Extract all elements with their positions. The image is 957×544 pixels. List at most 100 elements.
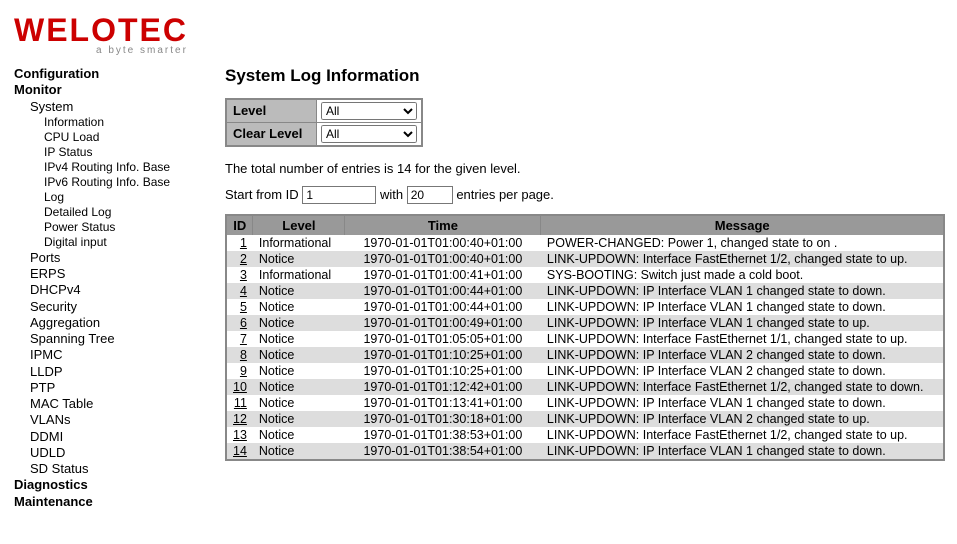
nav-system-ip-status[interactable]: IP Status	[14, 145, 197, 160]
log-id-link[interactable]: 2	[226, 251, 253, 267]
pager-label-pre: Start from ID	[225, 187, 299, 202]
table-row: 6Notice1970-01-01T01:00:49+01:00LINK-UPD…	[226, 315, 944, 331]
log-id-link[interactable]: 13	[226, 427, 253, 443]
log-message: POWER-CHANGED: Power 1, changed state to…	[541, 235, 944, 251]
nav-ipmc[interactable]: IPMC	[14, 347, 197, 363]
log-time: 1970-01-01T01:38:54+01:00	[345, 443, 541, 460]
log-message: LINK-UPDOWN: IP Interface VLAN 1 changed…	[541, 395, 944, 411]
logo: WELOTEC a byte smarter	[0, 0, 957, 62]
entry-count-status: The total number of entries is 14 for th…	[225, 161, 945, 176]
log-message: LINK-UPDOWN: Interface FastEthernet 1/2,…	[541, 427, 944, 443]
nav-erps[interactable]: ERPS	[14, 266, 197, 282]
table-row: 13Notice1970-01-01T01:38:53+01:00LINK-UP…	[226, 427, 944, 443]
log-id-link[interactable]: 8	[226, 347, 253, 363]
nav-security[interactable]: Security	[14, 299, 197, 315]
nav-diagnostics[interactable]: Diagnostics	[14, 477, 197, 493]
log-time: 1970-01-01T01:10:25+01:00	[345, 363, 541, 379]
nav-system-log[interactable]: Log	[14, 190, 197, 205]
table-row: 14Notice1970-01-01T01:38:54+01:00LINK-UP…	[226, 443, 944, 460]
pager-start-id[interactable]	[302, 186, 376, 204]
table-row: 5Notice1970-01-01T01:00:44+01:00LINK-UPD…	[226, 299, 944, 315]
pager-label-mid: with	[380, 187, 403, 202]
log-level: Notice	[253, 427, 345, 443]
nav-configuration[interactable]: Configuration	[14, 66, 197, 82]
log-id-link[interactable]: 5	[226, 299, 253, 315]
log-time: 1970-01-01T01:30:18+01:00	[345, 411, 541, 427]
log-id-link[interactable]: 12	[226, 411, 253, 427]
table-row: 1Informational1970-01-01T01:00:40+01:00P…	[226, 235, 944, 251]
table-row: 3Informational1970-01-01T01:00:41+01:00S…	[226, 267, 944, 283]
log-id-link[interactable]: 3	[226, 267, 253, 283]
log-message: LINK-UPDOWN: IP Interface VLAN 1 changed…	[541, 315, 944, 331]
filter-clear-select[interactable]: All	[321, 125, 417, 143]
nav-lldp[interactable]: LLDP	[14, 364, 197, 380]
nav-udld[interactable]: UDLD	[14, 445, 197, 461]
log-message: LINK-UPDOWN: Interface FastEthernet 1/2,…	[541, 379, 944, 395]
nav-monitor[interactable]: Monitor	[14, 82, 197, 98]
pager-count[interactable]	[407, 186, 453, 204]
nav-system-detailed-log[interactable]: Detailed Log	[14, 205, 197, 220]
log-level: Notice	[253, 299, 345, 315]
table-row: 4Notice1970-01-01T01:00:44+01:00LINK-UPD…	[226, 283, 944, 299]
nav-system-cpu-load[interactable]: CPU Load	[14, 130, 197, 145]
nav-vlans[interactable]: VLANs	[14, 412, 197, 428]
log-id-link[interactable]: 4	[226, 283, 253, 299]
log-id-link[interactable]: 7	[226, 331, 253, 347]
log-time: 1970-01-01T01:05:05+01:00	[345, 331, 541, 347]
col-msg: Message	[541, 215, 944, 235]
log-id-link[interactable]: 14	[226, 443, 253, 460]
filter-level-label: Level	[227, 100, 317, 122]
log-level: Notice	[253, 363, 345, 379]
log-table: ID Level Time Message 1Informational1970…	[225, 214, 945, 461]
log-message: LINK-UPDOWN: IP Interface VLAN 2 changed…	[541, 347, 944, 363]
log-level: Notice	[253, 395, 345, 411]
log-level: Notice	[253, 379, 345, 395]
side-nav: Configuration Monitor System Information…	[0, 62, 197, 510]
nav-sd-status[interactable]: SD Status	[14, 461, 197, 477]
log-message: LINK-UPDOWN: Interface FastEthernet 1/2,…	[541, 251, 944, 267]
col-id: ID	[226, 215, 253, 235]
col-time: Time	[345, 215, 541, 235]
log-message: LINK-UPDOWN: IP Interface VLAN 1 changed…	[541, 299, 944, 315]
log-message: LINK-UPDOWN: Interface FastEthernet 1/1,…	[541, 331, 944, 347]
nav-dhcpv4[interactable]: DHCPv4	[14, 282, 197, 298]
log-level: Notice	[253, 347, 345, 363]
nav-spanning-tree[interactable]: Spanning Tree	[14, 331, 197, 347]
log-id-link[interactable]: 11	[226, 395, 253, 411]
log-message: LINK-UPDOWN: IP Interface VLAN 2 changed…	[541, 411, 944, 427]
log-time: 1970-01-01T01:00:49+01:00	[345, 315, 541, 331]
nav-ddmi[interactable]: DDMI	[14, 429, 197, 445]
log-id-link[interactable]: 6	[226, 315, 253, 331]
nav-system-ipv4-routing-info-base[interactable]: IPv4 Routing Info. Base	[14, 160, 197, 175]
log-level: Informational	[253, 267, 345, 283]
nav-mac-table[interactable]: MAC Table	[14, 396, 197, 412]
log-level: Notice	[253, 315, 345, 331]
log-message: LINK-UPDOWN: IP Interface VLAN 1 changed…	[541, 443, 944, 460]
filter-level-select[interactable]: All	[321, 102, 417, 120]
log-time: 1970-01-01T01:00:40+01:00	[345, 251, 541, 267]
nav-aggregation[interactable]: Aggregation	[14, 315, 197, 331]
log-level: Notice	[253, 331, 345, 347]
log-id-link[interactable]: 1	[226, 235, 253, 251]
nav-system-power-status[interactable]: Power Status	[14, 220, 197, 235]
log-time: 1970-01-01T01:38:53+01:00	[345, 427, 541, 443]
log-id-link[interactable]: 9	[226, 363, 253, 379]
log-time: 1970-01-01T01:00:44+01:00	[345, 283, 541, 299]
nav-ports[interactable]: Ports	[14, 250, 197, 266]
table-row: 2Notice1970-01-01T01:00:40+01:00LINK-UPD…	[226, 251, 944, 267]
log-level: Notice	[253, 443, 345, 460]
nav-system-digital-input[interactable]: Digital input	[14, 235, 197, 250]
log-id-link[interactable]: 10	[226, 379, 253, 395]
nav-system[interactable]: System	[14, 99, 197, 115]
nav-ptp[interactable]: PTP	[14, 380, 197, 396]
log-time: 1970-01-01T01:00:40+01:00	[345, 235, 541, 251]
log-level: Notice	[253, 283, 345, 299]
nav-system-information[interactable]: Information	[14, 115, 197, 130]
filter-clear-label: Clear Level	[227, 123, 317, 145]
nav-maintenance[interactable]: Maintenance	[14, 494, 197, 510]
pager: Start from ID with entries per page.	[225, 186, 945, 204]
logo-tagline: a byte smarter	[14, 45, 957, 56]
log-time: 1970-01-01T01:10:25+01:00	[345, 347, 541, 363]
log-time: 1970-01-01T01:12:42+01:00	[345, 379, 541, 395]
nav-system-ipv6-routing-info-base[interactable]: IPv6 Routing Info. Base	[14, 175, 197, 190]
